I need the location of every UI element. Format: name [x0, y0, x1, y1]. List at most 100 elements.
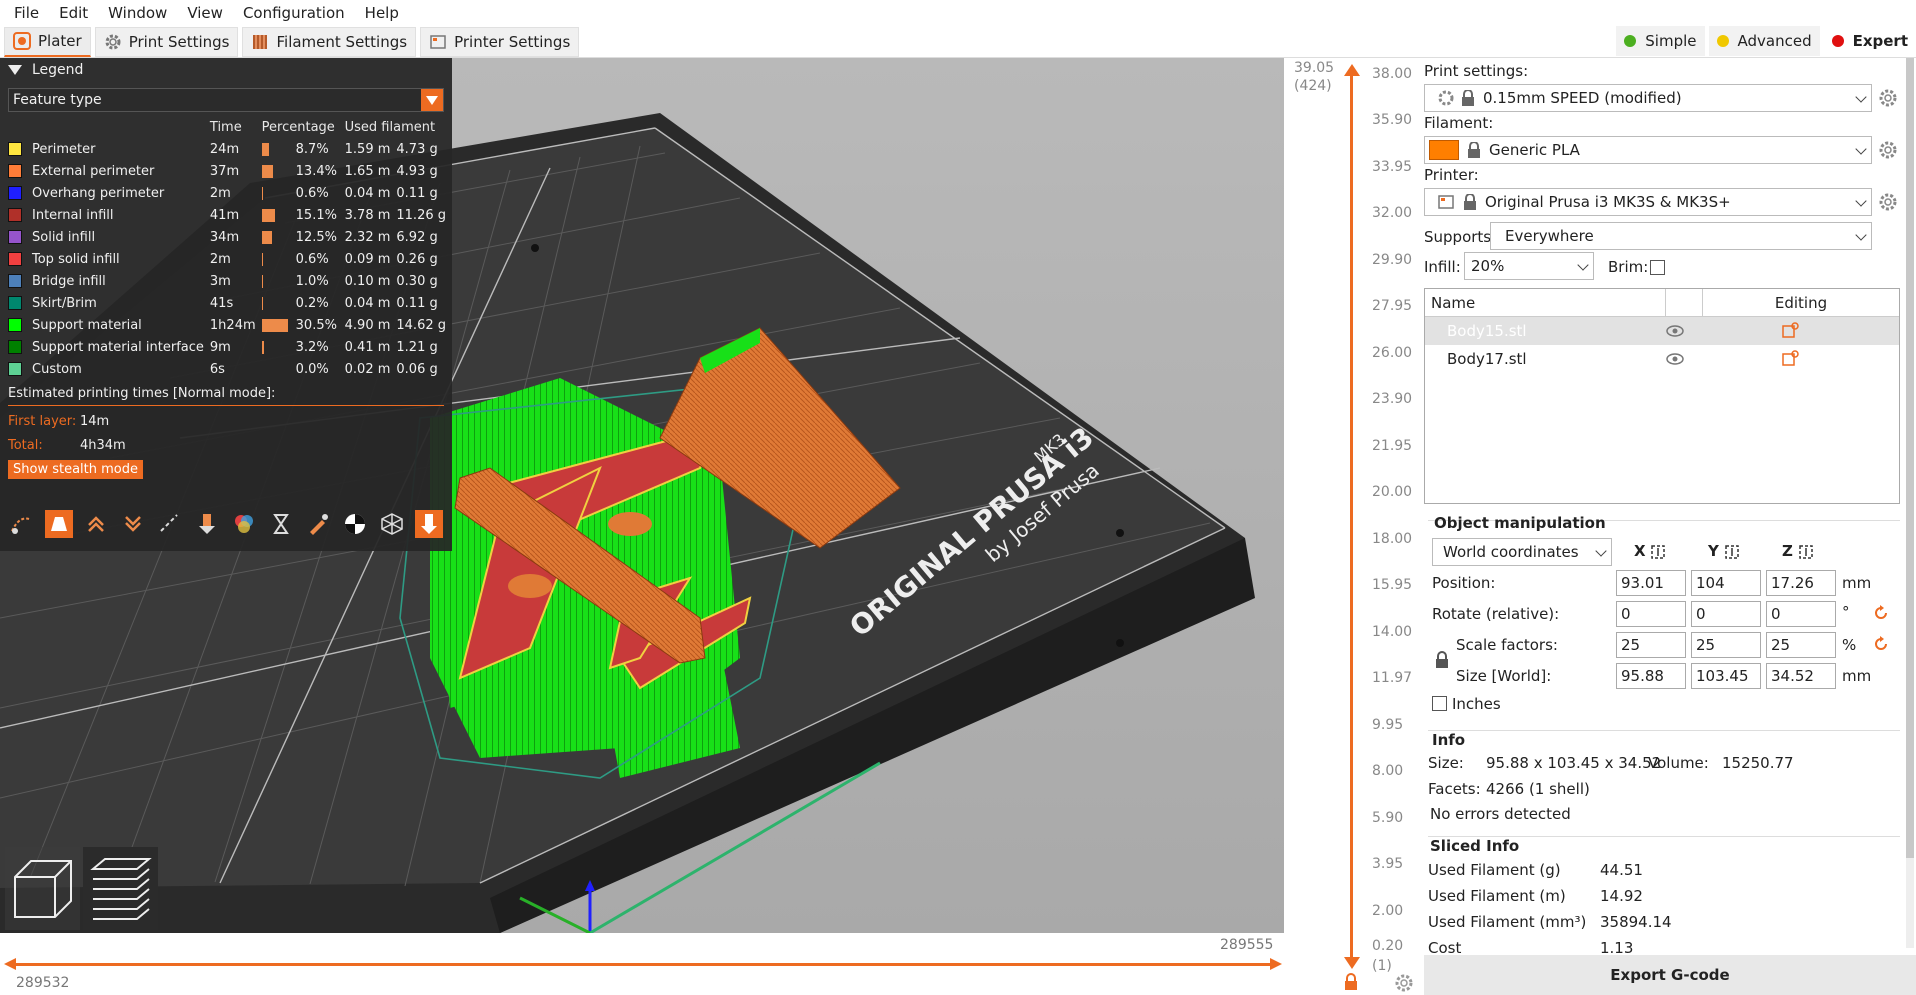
hslider-right-value: 289555 [1220, 937, 1274, 953]
coordinate-system-combo[interactable]: World coordinates [1432, 538, 1612, 566]
legend-header[interactable]: Legend [0, 58, 452, 82]
horizontal-slider[interactable]: 289555 289532 [0, 933, 1284, 995]
tool-changes-icon[interactable] [193, 510, 221, 538]
vslider-tick-label: 33.95 [1372, 158, 1413, 175]
seams-icon[interactable] [156, 510, 184, 538]
menu-configuration[interactable]: Configuration [233, 0, 355, 26]
first-layer-value: 14m [80, 413, 110, 429]
reset-rotation-icon[interactable] [1872, 604, 1890, 622]
object-row-body17[interactable]: Body17.stl [1425, 345, 1899, 373]
tab-filament-settings[interactable]: Filament Settings [242, 26, 417, 57]
legend-row[interactable]: Top solid infill 2m 0.6% 0.09 m 0.26 g [8, 248, 452, 270]
sidebar-scrollbar[interactable] [1906, 58, 1914, 948]
size-x-input[interactable]: 95.88 [1616, 663, 1686, 689]
menu-view[interactable]: View [177, 0, 233, 26]
mode-simple[interactable]: Simple [1616, 26, 1705, 56]
drop-to-bed-y-icon[interactable] [1724, 544, 1740, 560]
tool-marker-icon[interactable] [415, 510, 443, 538]
edit-settings-icon[interactable] [1781, 322, 1799, 340]
travel-icon[interactable] [8, 510, 36, 538]
3d-view-button[interactable] [5, 847, 80, 930]
vertical-layer-slider[interactable]: 39.05 (424) 38.00 35.90 33.95 32.00 29.90 27.… [1284, 58, 1424, 995]
scale-z-input[interactable]: 25 [1766, 632, 1836, 658]
rotate-y-input[interactable]: 0 [1691, 601, 1761, 627]
supports-combo[interactable]: Everywhere [1490, 222, 1872, 250]
reset-scale-icon[interactable] [1872, 635, 1890, 653]
object-row-body15[interactable]: Body15.stl [1425, 317, 1899, 345]
legend-row[interactable]: Skirt/Brim 41s 0.2% 0.04 m 0.11 g [8, 292, 452, 314]
deretractions-icon[interactable] [119, 510, 147, 538]
menu-edit[interactable]: Edit [49, 0, 98, 26]
scale-y-input[interactable]: 25 [1691, 632, 1761, 658]
vslider-top-thumb-icon[interactable] [1343, 63, 1361, 77]
drop-to-bed-z-icon[interactable] [1798, 544, 1814, 560]
inches-checkbox[interactable] [1432, 696, 1447, 711]
brim-checkbox[interactable] [1650, 260, 1665, 275]
shells-icon[interactable] [378, 510, 406, 538]
pause-icon[interactable] [267, 510, 295, 538]
color-changes-icon[interactable] [230, 510, 258, 538]
tab-plater[interactable]: Plater [4, 26, 91, 57]
printer-combo[interactable]: Original Prusa i3 MK3S & MK3S+ [1424, 188, 1872, 216]
legend-row[interactable]: Custom 6s 0.0% 0.02 m 0.06 g [8, 358, 452, 380]
menu-file[interactable]: File [4, 0, 49, 26]
edit-settings-icon[interactable] [1781, 350, 1799, 368]
retractions-icon[interactable] [82, 510, 110, 538]
legend-row[interactable]: Support material 1h24m 30.5% 4.90 m 14.62 g [8, 314, 452, 336]
legend-percentage: 12.5% [295, 229, 337, 245]
mode-advanced[interactable]: Advanced [1708, 26, 1820, 56]
scale-x-input[interactable]: 25 [1616, 632, 1686, 658]
eye-icon[interactable] [1665, 324, 1685, 338]
vslider-bottom-value: 0.20 [1372, 938, 1404, 954]
hslider-left-thumb-icon[interactable] [2, 956, 18, 972]
hslider-track[interactable] [10, 963, 1275, 966]
infill-combo[interactable]: 20% [1464, 252, 1594, 280]
view-type-combo[interactable]: Feature type [8, 88, 444, 112]
tab-printer-settings[interactable]: Printer Settings [420, 26, 580, 57]
wipe-icon[interactable] [45, 510, 73, 538]
hslider-right-thumb-icon[interactable] [1268, 956, 1284, 972]
size-y-input[interactable]: 103.45 [1691, 663, 1761, 689]
vslider-tick-label: 5.90 [1372, 809, 1404, 826]
filament-gear-icon[interactable] [1878, 140, 1898, 160]
eye-icon[interactable] [1665, 352, 1685, 366]
position-x-input[interactable]: 93.01 [1616, 570, 1686, 596]
tab-print-settings[interactable]: Print Settings [94, 26, 239, 57]
menu-help[interactable]: Help [355, 0, 409, 26]
print-settings-combo[interactable]: 0.15mm SPEED (modified) [1424, 84, 1872, 112]
legend-length: 0.41 m [344, 339, 391, 355]
position-y-input[interactable]: 104 [1691, 570, 1761, 596]
legend-percentage-bar [261, 252, 263, 266]
legend-row[interactable]: Internal infill 41m 15.1% 3.78 m 11.26 g [8, 204, 452, 226]
filament-combo[interactable]: Generic PLA [1424, 136, 1872, 164]
menu-window[interactable]: Window [98, 0, 177, 26]
print-settings-value: 0.15mm SPEED (modified) [1483, 89, 1682, 107]
print-settings-gear-icon[interactable] [1878, 88, 1898, 108]
preview-button[interactable] [83, 847, 158, 930]
tab-print-settings-label: Print Settings [128, 32, 230, 51]
rotate-x-input[interactable]: 0 [1616, 601, 1686, 627]
export-gcode-button[interactable]: Export G-code [1424, 955, 1916, 995]
mode-expert[interactable]: Expert [1823, 26, 1916, 56]
custom-gcode-icon[interactable] [304, 510, 332, 538]
legend-row[interactable]: Overhang perimeter 2m 0.6% 0.04 m 0.11 g [8, 182, 452, 204]
vslider-bottom-thumb-icon[interactable] [1343, 956, 1361, 970]
position-z-input[interactable]: 17.26 [1766, 570, 1836, 596]
legend-percentage: 0.2% [295, 295, 329, 311]
legend-row[interactable]: Support material interface 9m 3.2% 0.41 m 1.… [8, 336, 452, 358]
center-of-gravity-icon[interactable] [341, 510, 369, 538]
scale-lock-icon[interactable] [1434, 650, 1450, 670]
cog-icon[interactable] [1394, 973, 1414, 993]
show-stealth-mode-button[interactable]: Show stealth mode [8, 460, 143, 479]
printer-gear-icon[interactable] [1878, 192, 1898, 212]
legend-row[interactable]: Solid infill 34m 12.5% 2.32 m 6.92 g [8, 226, 452, 248]
rotate-z-input[interactable]: 0 [1766, 601, 1836, 627]
legend-row[interactable]: Perimeter 24m 8.7% 1.59 m 4.73 g [8, 138, 452, 160]
vslider-tick-label: 9.95 [1372, 716, 1404, 733]
legend-row[interactable]: Bridge infill 3m 1.0% 0.10 m 0.30 g [8, 270, 452, 292]
drop-to-bed-x-icon[interactable] [1650, 544, 1666, 560]
vslider-track[interactable] [1350, 73, 1353, 958]
size-z-input[interactable]: 34.52 [1766, 663, 1836, 689]
lock-icon[interactable] [1342, 973, 1360, 991]
legend-row[interactable]: External perimeter 37m 13.4% 1.65 m 4.93 g [8, 160, 452, 182]
